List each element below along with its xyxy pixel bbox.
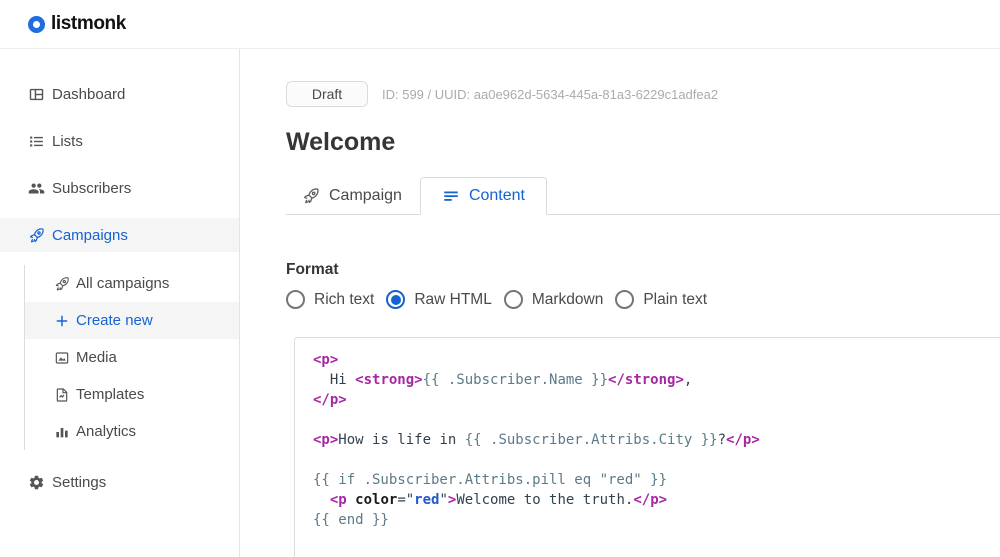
radio-label: Markdown <box>532 291 604 309</box>
code-line: <p color="red">Welcome to the truth.</p> <box>313 490 1000 510</box>
radio-raw-html[interactable]: Raw HTML <box>386 290 492 309</box>
sidebar-item-label: Subscribers <box>52 180 131 197</box>
sidebar-item-label: Media <box>76 349 117 366</box>
format-radio-group: Rich text Raw HTML Markdown Plain text <box>286 290 1000 309</box>
rocket-icon <box>302 187 320 205</box>
radio-plain-text[interactable]: Plain text <box>615 290 707 309</box>
code-line: </p> <box>313 390 1000 410</box>
campaign-id-uuid: ID: 599 / UUID: aa0e962d-5634-445a-81a3-… <box>382 87 718 102</box>
code-line: {{ end }} <box>313 510 1000 530</box>
code-line <box>313 450 1000 470</box>
sidebar-item-label: Analytics <box>76 423 136 440</box>
sidebar-item-dashboard[interactable]: Dashboard <box>0 77 239 111</box>
sidebar-item-label: Create new <box>76 312 153 329</box>
lists-icon <box>28 133 45 150</box>
format-label: Format <box>286 261 1000 279</box>
sidebar-item-subscribers[interactable]: Subscribers <box>0 171 239 205</box>
listmonk-logo-icon <box>28 16 45 33</box>
sidebar-item-label: Lists <box>52 133 83 150</box>
radio-markdown[interactable]: Markdown <box>504 290 604 309</box>
code-editor-content[interactable]: <p> Hi <strong>{{ .Subscriber.Name }}</s… <box>313 350 1000 530</box>
sidebar-item-label: Campaigns <box>52 227 128 244</box>
main-content: Draft ID: 599 / UUID: aa0e962d-5634-445a… <box>240 49 1000 557</box>
sidebar-item-settings[interactable]: Settings <box>0 465 239 499</box>
sidebar-item-media[interactable]: Media <box>25 339 239 376</box>
radio-circle[interactable] <box>286 290 305 309</box>
logo-text: listmonk <box>51 13 126 35</box>
format-section: Format Rich text Raw HTML Markdown Plain… <box>286 261 1000 309</box>
campaigns-submenu: All campaigns Create new Media Templates… <box>24 265 239 450</box>
top-navbar: listmonk <box>0 0 1000 49</box>
tab-bar: Campaign Content <box>286 177 1000 215</box>
code-editor[interactable]: <p> Hi <strong>{{ .Subscriber.Name }}</s… <box>294 337 1000 557</box>
code-line: {{ if .Subscriber.Attribs.pill eq "red" … <box>313 470 1000 490</box>
radio-circle[interactable] <box>615 290 634 309</box>
rocket-icon <box>28 227 45 244</box>
code-line <box>313 410 1000 430</box>
radio-label: Raw HTML <box>414 291 492 309</box>
sidebar-item-templates[interactable]: Templates <box>25 376 239 413</box>
sidebar-item-analytics[interactable]: Analytics <box>25 413 239 450</box>
sidebar-item-create-new[interactable]: Create new <box>25 302 239 339</box>
sidebar-item-label: Templates <box>76 386 144 403</box>
sidebar-item-label: Dashboard <box>52 86 125 103</box>
subscribers-icon <box>28 180 45 197</box>
sidebar: Dashboard Lists Subscribers Campaigns Al… <box>0 49 240 557</box>
gear-icon <box>28 474 45 491</box>
tab-content[interactable]: Content <box>420 177 547 215</box>
code-line: <p>How is life in {{ .Subscriber.Attribs… <box>313 430 1000 450</box>
tab-label: Content <box>469 187 525 205</box>
code-line: <p> <box>313 350 1000 370</box>
sidebar-item-all-campaigns[interactable]: All campaigns <box>25 265 239 302</box>
radio-label: Rich text <box>314 291 374 309</box>
sidebar-item-label: All campaigns <box>76 275 169 292</box>
code-line: Hi <strong>{{ .Subscriber.Name }}</stron… <box>313 370 1000 390</box>
sidebar-item-label: Settings <box>52 474 106 491</box>
tab-campaign[interactable]: Campaign <box>286 178 418 214</box>
media-icon <box>54 350 70 366</box>
radio-circle[interactable] <box>386 290 405 309</box>
listmonk-logo[interactable]: listmonk <box>28 13 126 35</box>
rocket-icon <box>54 276 70 292</box>
sidebar-item-campaigns[interactable]: Campaigns <box>0 218 239 252</box>
template-icon <box>54 387 70 403</box>
page-title: Welcome <box>286 127 1000 157</box>
analytics-icon <box>54 424 70 440</box>
radio-circle[interactable] <box>504 290 523 309</box>
tab-label: Campaign <box>329 187 402 205</box>
plus-icon <box>54 313 70 329</box>
status-badge[interactable]: Draft <box>286 81 368 107</box>
text-lines-icon <box>442 187 460 205</box>
dashboard-icon <box>28 86 45 103</box>
sidebar-item-lists[interactable]: Lists <box>0 124 239 158</box>
radio-rich-text[interactable]: Rich text <box>286 290 374 309</box>
radio-label: Plain text <box>643 291 707 309</box>
